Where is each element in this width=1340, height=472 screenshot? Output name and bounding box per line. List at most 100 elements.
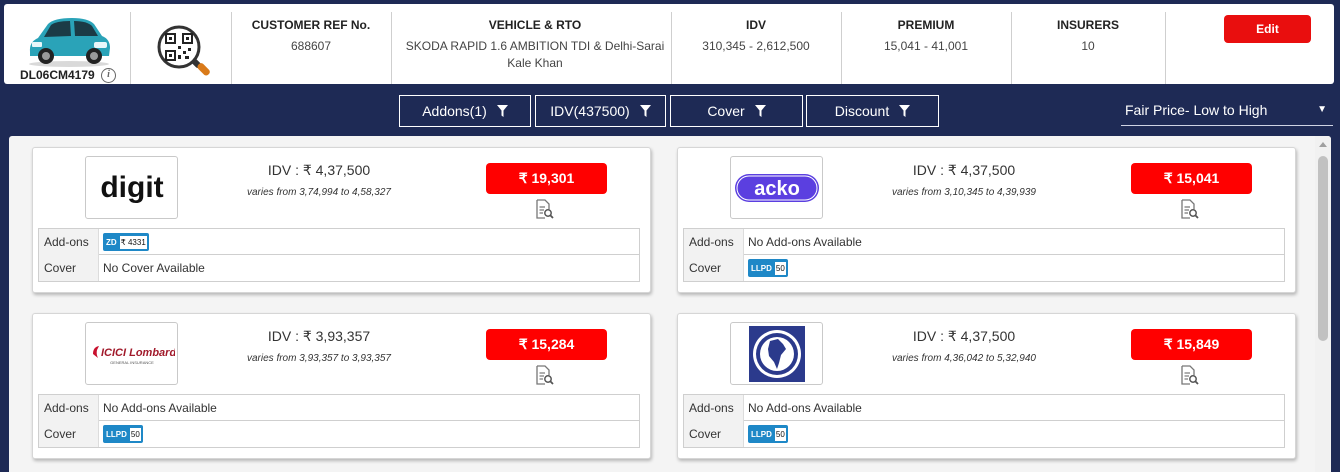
addons-row: Add-ons ZD ₹ 4331: [39, 229, 639, 255]
logo-text: digit: [100, 171, 163, 204]
addons-value: No Add-ons Available: [103, 401, 217, 415]
digit-logo: digit: [85, 156, 178, 219]
policy-document-icon[interactable]: [1179, 365, 1199, 385]
icici-lombard-logo: ICICI Lombard GENERAL INSURANCE: [85, 322, 178, 385]
sort-selected-value: Fair Price- Low to High: [1125, 102, 1268, 118]
idv-range: varies from 3,93,357 to 3,93,357: [247, 353, 391, 364]
qr-scan-icon[interactable]: [152, 20, 214, 82]
idv-amount: IDV : ₹ 4,37,500: [912, 162, 1016, 178]
cover-chip-llpd[interactable]: LLPD 50: [748, 425, 788, 443]
policy-document-icon[interactable]: [534, 365, 554, 385]
cover-amount: 50: [774, 427, 786, 441]
quote-details-table: Add-ons No Add-ons Available Cover LLPD …: [683, 394, 1285, 448]
quote-details-table: Add-ons No Add-ons Available Cover LLPD …: [38, 394, 640, 448]
addons-label: Add-ons: [39, 229, 99, 255]
quote-details-table: Add-ons No Add-ons Available Cover LLPD …: [683, 228, 1285, 282]
addon-price: ₹ 4331: [119, 235, 147, 249]
cover-code: LLPD: [751, 429, 772, 439]
filter-idv-button[interactable]: IDV(437500): [535, 95, 666, 127]
cover-chip-llpd[interactable]: LLPD 50: [748, 259, 788, 277]
vehicle-rto-label: VEHICLE & RTO: [488, 18, 582, 32]
addons-value: No Add-ons Available: [748, 401, 862, 415]
chevron-down-icon: ▼: [1317, 104, 1327, 115]
addons-row: Add-ons No Add-ons Available: [684, 395, 1284, 421]
scroll-up-arrow-icon[interactable]: [1319, 142, 1327, 147]
divider: [391, 12, 392, 84]
quote-card-new-india-assurance: IDV : ₹ 4,37,500 varies from 4,36,042 to…: [677, 313, 1296, 459]
scrollbar-thumb[interactable]: [1318, 156, 1328, 341]
premium-buy-button[interactable]: ₹ 15,849: [1131, 329, 1252, 360]
cover-label: Cover: [39, 255, 99, 281]
filter-funnel-icon: [496, 105, 508, 117]
premium-buy-button[interactable]: ₹ 15,284: [486, 329, 607, 360]
insurers-label: INSURERS: [1056, 18, 1119, 32]
acko-logo: acko: [730, 156, 823, 219]
idv-label: IDV: [745, 18, 766, 32]
vehicle-rto-column: VEHICLE & RTO SKODA RAPID 1.6 AMBITION T…: [402, 4, 668, 84]
cover-label: Cover: [39, 421, 99, 447]
registration-number: DL06CM4179: [20, 68, 95, 82]
summary-header: DL06CM4179 i CUSTOMER REF No. 688607 VEH…: [4, 4, 1334, 84]
logo-text: ICICI Lombard: [101, 347, 175, 359]
quote-card-acko: acko IDV : ₹ 4,37,500 varies from 3,10,3…: [677, 147, 1296, 293]
idv-amount: IDV : ₹ 4,37,500: [267, 162, 371, 178]
insurers-column: INSURERS 10: [1012, 4, 1164, 84]
addons-row: Add-ons No Add-ons Available: [39, 395, 639, 421]
cover-code: LLPD: [751, 263, 772, 273]
quote-card-digit: digit IDV : ₹ 4,37,500 varies from 3,74,…: [32, 147, 651, 293]
cover-label: Cover: [684, 421, 744, 447]
customer-ref-value: 688607: [290, 39, 332, 53]
cover-amount: 50: [129, 427, 141, 441]
car-image: [29, 18, 110, 67]
idv-amount: IDV : ₹ 4,37,500: [912, 328, 1016, 344]
addons-label: Add-ons: [684, 395, 744, 421]
addons-row: Add-ons No Add-ons Available: [684, 229, 1284, 255]
filter-cover-label: Cover: [707, 103, 745, 119]
premium-buy-button[interactable]: ₹ 19,301: [486, 163, 607, 194]
filter-cover-button[interactable]: Cover: [670, 95, 803, 127]
logo-text: acko: [754, 178, 800, 200]
premium-column: PREMIUM 15,041 - 41,001: [842, 4, 1010, 84]
premium-value: 15,041 - 41,001: [883, 39, 969, 53]
logo-subtext: GENERAL INSURANCE: [110, 360, 154, 365]
addons-value: No Add-ons Available: [748, 235, 862, 249]
vehicle-summary: DL06CM4179 i: [4, 4, 130, 84]
filter-addons-button[interactable]: Addons(1): [399, 95, 531, 127]
info-icon[interactable]: i: [101, 68, 116, 83]
premium-label: PREMIUM: [897, 18, 955, 32]
new-india-assurance-logo: [730, 322, 823, 385]
filter-funnel-icon: [754, 105, 766, 117]
cover-row: Cover LLPD 50: [39, 421, 639, 447]
policy-document-icon[interactable]: [1179, 199, 1199, 219]
filter-addons-label: Addons(1): [422, 103, 487, 119]
divider: [130, 12, 131, 84]
vehicle-rto-value: SKODA RAPID 1.6 AMBITION TDI & Delhi-Sar…: [405, 39, 665, 70]
premium-buy-button[interactable]: ₹ 15,041: [1131, 163, 1252, 194]
filter-idv-label: IDV(437500): [550, 103, 630, 119]
divider: [1165, 12, 1166, 84]
scrollbar[interactable]: [1315, 136, 1331, 472]
cover-label: Cover: [684, 255, 744, 281]
addons-label: Add-ons: [684, 229, 744, 255]
idv-range: varies from 3,74,994 to 4,58,327: [247, 187, 391, 198]
cover-row: Cover LLPD 50: [684, 255, 1284, 281]
addons-label: Add-ons: [39, 395, 99, 421]
cover-code: LLPD: [106, 429, 127, 439]
policy-document-icon[interactable]: [534, 199, 554, 219]
cover-chip-llpd[interactable]: LLPD 50: [103, 425, 143, 443]
cover-value: No Cover Available: [103, 261, 205, 275]
addon-code: ZD: [106, 237, 117, 247]
idv-column: IDV 310,345 - 2,612,500: [672, 4, 840, 84]
quotes-list: digit IDV : ₹ 4,37,500 varies from 3,74,…: [9, 136, 1331, 472]
idv-range: varies from 4,36,042 to 5,32,940: [892, 353, 1036, 364]
sort-select[interactable]: Fair Price- Low to High ▼: [1121, 96, 1333, 126]
idv-range: varies from 3,10,345 to 4,39,939: [892, 187, 1036, 198]
quote-card-icici-lombard: ICICI Lombard GENERAL INSURANCE IDV : ₹ …: [32, 313, 651, 459]
insurers-value: 10: [1081, 39, 1095, 53]
addon-chip-zd[interactable]: ZD ₹ 4331: [103, 233, 149, 251]
filter-discount-button[interactable]: Discount: [806, 95, 939, 127]
idv-amount: IDV : ₹ 3,93,357: [267, 328, 371, 344]
cover-row: Cover No Cover Available: [39, 255, 639, 281]
edit-button[interactable]: Edit: [1224, 15, 1311, 43]
quote-details-table: Add-ons ZD ₹ 4331 Cover No Cover Availab…: [38, 228, 640, 282]
